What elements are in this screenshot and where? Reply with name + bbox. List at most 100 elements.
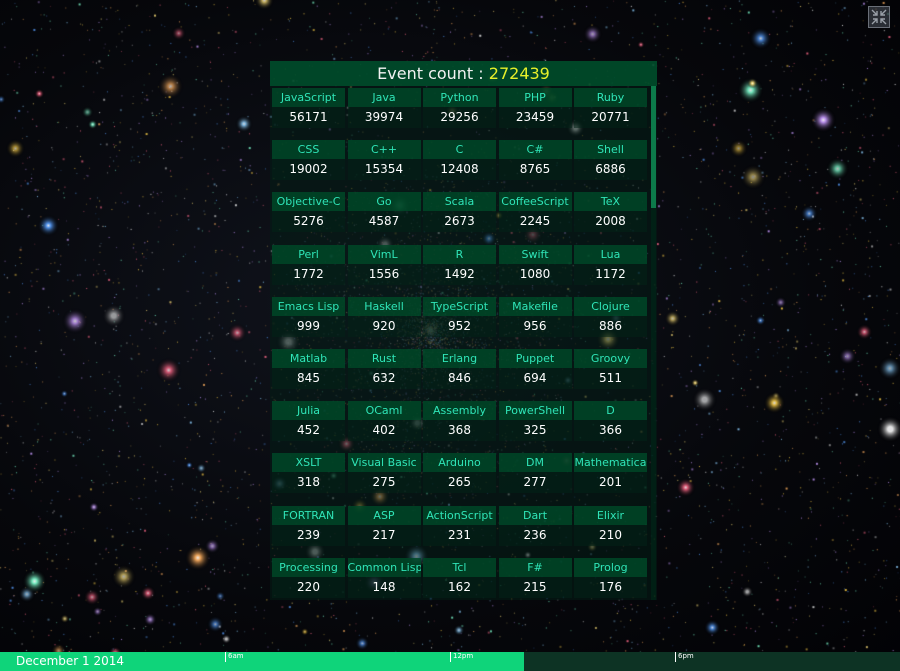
- language-event-count: 952: [423, 315, 496, 337]
- language-cell[interactable]: Processing 220: [272, 557, 345, 600]
- language-cell[interactable]: Python 29256: [423, 88, 496, 136]
- language-cell[interactable]: Mathematica 201: [574, 453, 647, 501]
- language-event-count: 1772: [272, 263, 345, 285]
- language-grid[interactable]: JavaScript 56171 Java 39974 Python 29256 PHP 23…: [270, 86, 650, 600]
- language-cell[interactable]: C 12408: [423, 140, 496, 188]
- language-name: DM: [498, 453, 572, 473]
- language-cell[interactable]: Assembly 368: [423, 401, 496, 449]
- language-cell[interactable]: Clojure 886: [574, 296, 647, 345]
- language-cell[interactable]: D 366: [574, 401, 647, 449]
- language-cell[interactable]: Tcl 162: [423, 557, 496, 600]
- timeline-bar[interactable]: December 1 2014 6am 12pm 6pm: [0, 652, 900, 671]
- language-cell[interactable]: DM 277: [498, 453, 572, 501]
- language-cell[interactable]: TypeScript 952: [423, 296, 496, 345]
- language-cell[interactable]: Makefile 956: [498, 296, 572, 345]
- language-cell[interactable]: Haskell 920: [347, 296, 421, 345]
- language-cell[interactable]: C++ 15354: [347, 140, 421, 188]
- language-event-count: 368: [423, 420, 496, 442]
- language-name: Dart: [498, 505, 572, 525]
- language-row: CSS 19002 C++ 15354 C 12408 C# 8765 Shell 6886: [272, 140, 649, 188]
- language-name: Rust: [347, 349, 421, 368]
- language-event-count: 210: [574, 524, 647, 546]
- language-event-count: 56171: [272, 107, 345, 128]
- language-cell[interactable]: PowerShell 325: [498, 401, 572, 449]
- language-event-count: 920: [347, 315, 421, 337]
- language-cell[interactable]: Scala 2673: [423, 192, 496, 240]
- language-cell[interactable]: F# 215: [498, 557, 572, 600]
- language-name: Erlang: [423, 349, 496, 368]
- language-row: Processing 220 Common Lisp 148 Tcl 162 F# 215 Pr…: [272, 557, 649, 600]
- language-event-count: 366: [574, 420, 647, 442]
- language-event-count: 176: [574, 576, 647, 598]
- language-event-count: 1172: [574, 263, 647, 285]
- language-event-count: 5276: [272, 211, 345, 233]
- language-event-count: 325: [498, 420, 572, 442]
- language-cell[interactable]: Puppet 694: [498, 349, 572, 397]
- language-cell[interactable]: Erlang 846: [423, 349, 496, 397]
- language-name: Elixir: [574, 505, 647, 525]
- language-cell[interactable]: Julia 452: [272, 401, 345, 449]
- language-cell[interactable]: Groovy 511: [574, 349, 647, 397]
- language-event-count: 215: [498, 576, 572, 598]
- language-cell[interactable]: Lua 1172: [574, 244, 647, 293]
- language-name: C++: [347, 140, 421, 160]
- language-name: TypeScript: [423, 296, 496, 316]
- language-name: Objective-C: [272, 192, 345, 212]
- timeline-tick: 6am: [225, 652, 244, 662]
- language-name: Shell: [574, 140, 647, 160]
- language-cell[interactable]: TeX 2008: [574, 192, 647, 240]
- language-event-count: 162: [423, 576, 496, 598]
- language-cell[interactable]: CSS 19002: [272, 140, 345, 188]
- language-cell[interactable]: Perl 1772: [272, 244, 345, 293]
- language-name: Ruby: [574, 88, 647, 107]
- language-event-count: 217: [347, 524, 421, 546]
- language-cell[interactable]: Ruby 20771: [574, 88, 647, 136]
- language-cell[interactable]: Dart 236: [498, 505, 572, 554]
- language-cell[interactable]: Swift 1080: [498, 244, 572, 293]
- language-name: Emacs Lisp: [272, 296, 345, 316]
- language-cell[interactable]: Rust 632: [347, 349, 421, 397]
- language-cell[interactable]: Arduino 265: [423, 453, 496, 501]
- language-cell[interactable]: ASP 217: [347, 505, 421, 554]
- language-cell[interactable]: C# 8765: [498, 140, 572, 188]
- language-event-count: 2008: [574, 211, 647, 233]
- language-cell[interactable]: Java 39974: [347, 88, 421, 136]
- language-event-count: 23459: [498, 107, 572, 128]
- language-cell[interactable]: ActionScript 231: [423, 505, 496, 554]
- language-cell[interactable]: CoffeeScript 2245: [498, 192, 572, 240]
- language-cell[interactable]: Objective-C 5276: [272, 192, 345, 240]
- language-cell[interactable]: OCaml 402: [347, 401, 421, 449]
- language-cell[interactable]: Emacs Lisp 999: [272, 296, 345, 345]
- language-name: C: [423, 140, 496, 160]
- language-cell[interactable]: JavaScript 56171: [272, 88, 345, 136]
- language-cell[interactable]: PHP 23459: [498, 88, 572, 136]
- language-event-count: 277: [498, 472, 572, 494]
- language-event-count: 4587: [347, 211, 421, 233]
- language-name: Prolog: [574, 557, 647, 577]
- language-name: VimL: [347, 244, 421, 264]
- language-cell[interactable]: Matlab 845: [272, 349, 345, 397]
- language-cell[interactable]: Elixir 210: [574, 505, 647, 554]
- language-cell[interactable]: Common Lisp 148: [347, 557, 421, 600]
- language-name: C#: [498, 140, 572, 160]
- language-cell[interactable]: Prolog 176: [574, 557, 647, 600]
- language-event-count: 275: [347, 472, 421, 494]
- language-cell[interactable]: Visual Basic 275: [347, 453, 421, 501]
- fullscreen-toggle-button[interactable]: [868, 6, 890, 28]
- timeline-tick: 12pm: [450, 652, 473, 662]
- language-cell[interactable]: Shell 6886: [574, 140, 647, 188]
- language-cell[interactable]: XSLT 318: [272, 453, 345, 501]
- language-event-count: 148: [347, 576, 421, 598]
- language-cell[interactable]: FORTRAN 239: [272, 505, 345, 554]
- panel-scrollbar[interactable]: [651, 86, 656, 600]
- language-cell[interactable]: Go 4587: [347, 192, 421, 240]
- language-cell[interactable]: VimL 1556: [347, 244, 421, 293]
- timeline-tick: 6pm: [675, 652, 694, 662]
- language-name: Java: [347, 88, 421, 107]
- language-row: JavaScript 56171 Java 39974 Python 29256 PHP 23…: [272, 88, 649, 136]
- language-cell[interactable]: R 1492: [423, 244, 496, 293]
- panel-scrollbar-thumb[interactable]: [651, 86, 656, 208]
- language-name: Assembly: [423, 401, 496, 421]
- language-row: Perl 1772 VimL 1556 R 1492 Swift 1080 Lua 1172: [272, 244, 649, 293]
- language-name: XSLT: [272, 453, 345, 473]
